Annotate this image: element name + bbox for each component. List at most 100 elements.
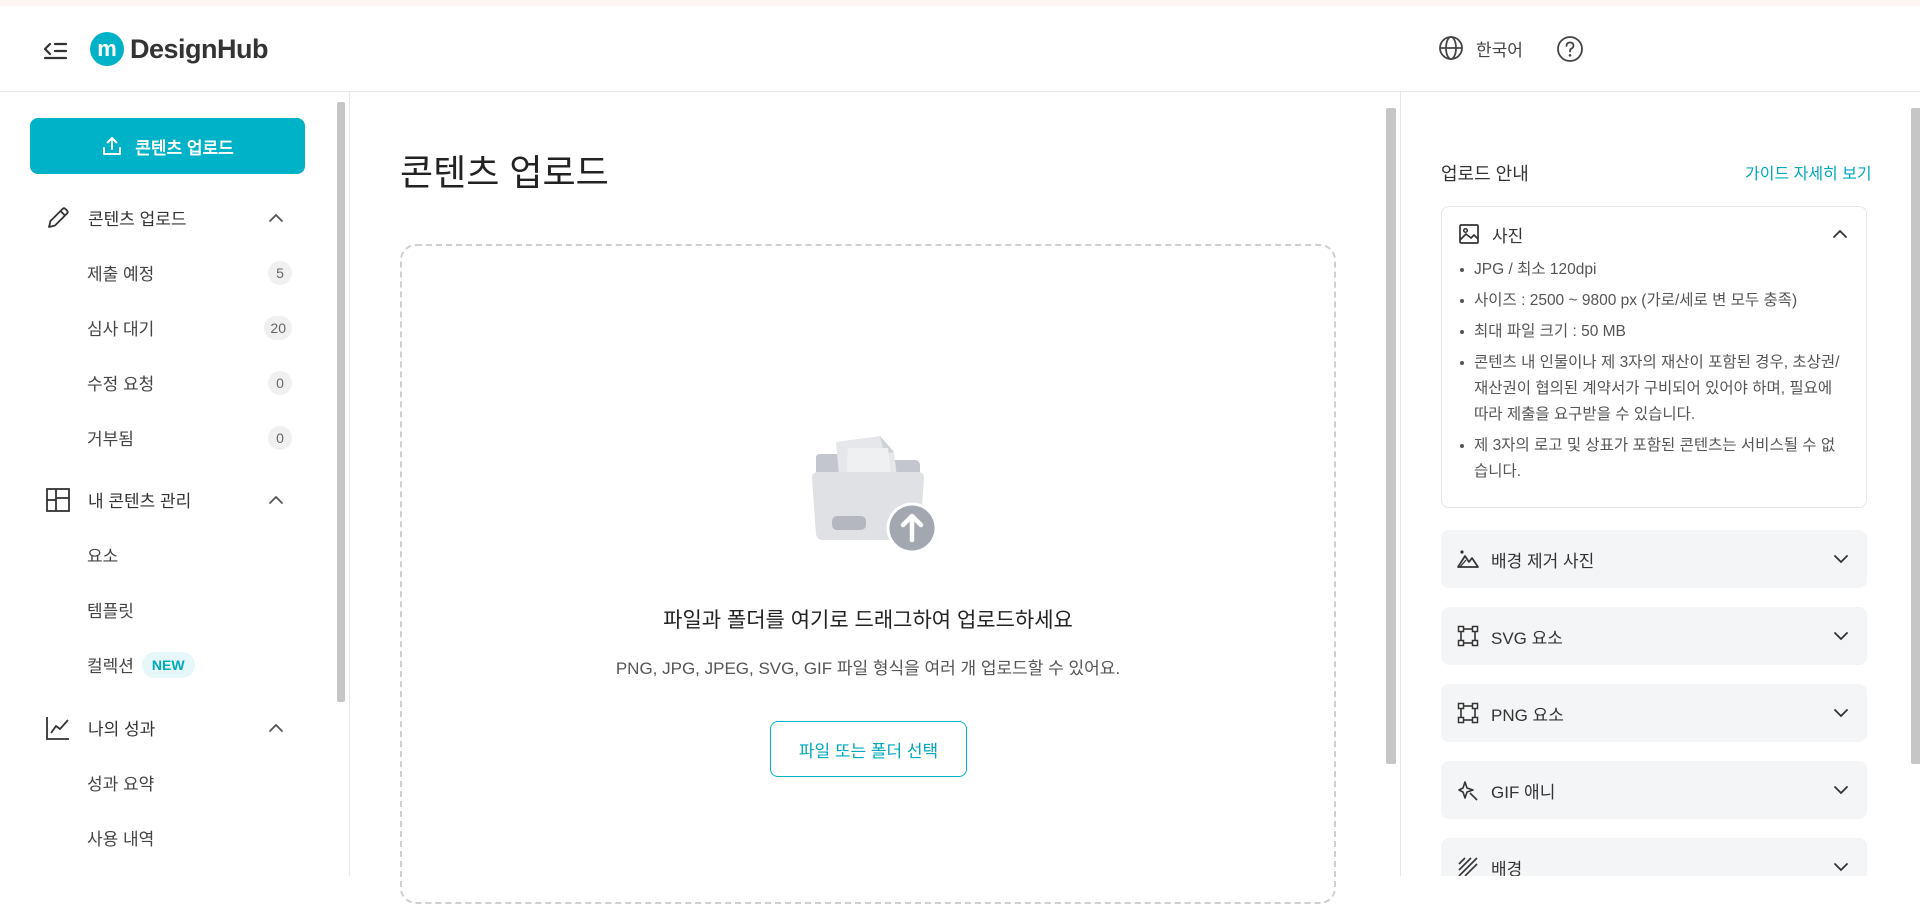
sidebar-item-elements[interactable]: 요소 [0,527,330,582]
hatch-pattern-icon [1458,857,1478,876]
count-badge: 20 [264,315,292,340]
globe-icon [1439,36,1463,60]
chevron-up-icon [269,495,283,504]
line-chart-icon [46,716,69,740]
chevron-down-icon [1834,555,1848,564]
guide-section-header[interactable]: 배경 [1441,838,1867,876]
new-badge: NEW [141,651,195,678]
sidebar-item-performance-summary[interactable]: 성과 요약 [0,755,330,810]
brand-name: DesignHub [130,33,269,64]
language-selector[interactable]: 한국어 [1438,35,1523,61]
guide-section-header[interactable]: SVG 요소 [1441,607,1867,665]
logo-mark-icon: m [90,32,124,66]
nav-head-label: 나의 성과 [88,720,156,739]
select-files-button[interactable]: 파일 또는 폴더 선택 [770,721,967,777]
count-badge: 5 [268,260,292,285]
sidebar-item-usage-history[interactable]: 사용 내역 [0,810,330,865]
sidebar-item-label: 컬렉션 [87,657,134,676]
guide-section-label: PNG 요소 [1491,705,1564,725]
mountain-icon [1457,550,1479,568]
guide-section-background[interactable]: 배경 [1441,838,1867,876]
count-badge: 0 [268,370,292,395]
page-title: 콘텐츠 업로드 [400,152,609,193]
nav-head-content-upload[interactable]: 콘텐츠 업로드 [0,190,330,245]
sidebar-item-revision-requested[interactable]: 수정 요청 0 [0,355,330,410]
sidebar-item-pending-review[interactable]: 심사 대기 20 [0,300,330,355]
content-upload-button[interactable]: 콘텐츠 업로드 [30,118,305,174]
nav-head-my-content[interactable]: 내 콘텐츠 관리 [0,472,330,527]
chevron-up-icon [1833,229,1847,238]
sidebar-item-collections[interactable]: 컬렉션 NEW [0,637,330,692]
vector-square-icon [1457,702,1479,724]
guide-section-label: 배경 제거 사진 [1491,551,1595,571]
dropzone-subtitle: PNG, JPG, JPEG, SVG, GIF 파일 형식을 여러 개 업로드… [615,659,1121,678]
nav-group-my-performance: 나의 성과 성과 요약 사용 내역 [0,700,330,865]
folder-upload-icon [812,436,938,554]
upload-guide-panel: 업로드 안내 가이드 자세히 보기 사진 JPG / 최소 120dpi 사이즈… [1400,92,1920,876]
sidebar-item-label: 수정 요청 [87,375,155,394]
guide-section-label: 배경 [1491,859,1523,877]
guide-section-label: GIF 애니 [1491,782,1556,802]
chevron-down-icon [1834,863,1848,872]
guide-section-svg[interactable]: SVG 요소 [1441,607,1867,665]
chevron-down-icon [1834,786,1848,795]
sidebar-item-rejected[interactable]: 거부됨 0 [0,410,330,465]
chevron-up-icon [269,213,283,222]
menu-collapse-icon[interactable] [40,36,70,66]
language-label: 한국어 [1476,40,1523,60]
sidebar-item-label: 성과 요약 [87,775,155,794]
content-upload-button-label: 콘텐츠 업로드 [135,138,234,158]
guide-bullet: 제 3자의 로고 및 상표가 포함된 콘텐츠는 서비스될 수 없습니다. [1458,433,1848,485]
sparkle-icon [1458,781,1478,801]
sidebar-item-label: 거부됨 [87,430,134,449]
guide-section-header[interactable]: 사진 [1442,207,1866,261]
image-icon [1459,224,1479,244]
nav-group-my-content: 내 콘텐츠 관리 요소 템플릿 컬렉션 NEW [0,472,330,692]
upload-dropzone[interactable]: 파일과 폴더를 여기로 드래그하여 업로드하세요 PNG, JPG, JPEG,… [400,244,1336,904]
guide-section-png[interactable]: PNG 요소 [1441,684,1867,742]
chevron-up-icon [269,723,283,732]
guide-section-header[interactable]: 배경 제거 사진 [1441,530,1867,588]
sidebar-item-label: 심사 대기 [87,320,155,339]
guide-bullet: 콘텐츠 내 인물이나 제 3자의 재산이 포함된 경우, 초상권/재산권이 협의… [1458,350,1848,428]
main-content: 콘텐츠 업로드 파일과 폴더를 여기로 드래그하여 업로드하세요 PNG, JP… [351,92,1400,904]
sidebar-item-label: 요소 [87,547,119,566]
layout-grid-icon [46,487,70,512]
chevron-down-icon [1834,709,1848,718]
guide-bullet: 최대 파일 크기 : 50 MB [1458,319,1848,345]
guide-section-header[interactable]: GIF 애니 [1441,761,1867,819]
guide-bullet: 사이즈 : 2500 ~ 9800 px (가로/세로 변 모두 충족) [1458,288,1848,314]
guide-section-bg-removed-photo[interactable]: 배경 제거 사진 [1441,530,1867,588]
guide-title: 업로드 안내 [1441,164,1529,184]
guide-section-label: 사진 [1492,226,1524,246]
upload-icon [103,137,122,155]
guide-panel-scrollbar[interactable] [1911,108,1920,764]
pencil-icon [48,206,69,228]
app-header: m DesignHub 한국어 [0,6,1920,92]
sidebar-item-templates[interactable]: 템플릿 [0,582,330,637]
guide-section-label: SVG 요소 [1491,628,1563,648]
nav-head-label: 내 콘텐츠 관리 [88,492,192,511]
nav-head-my-performance[interactable]: 나의 성과 [0,700,330,755]
vector-square-icon [1457,625,1479,647]
nav-head-label: 콘텐츠 업로드 [88,210,187,229]
sidebar-scrollbar[interactable] [337,102,345,702]
guide-section-gif[interactable]: GIF 애니 [1441,761,1867,819]
left-sidebar: 콘텐츠 업로드 콘텐츠 업로드 제출 예정 5 심사 대기 20 수정 요청 0… [0,92,350,876]
nav-group-content-upload: 콘텐츠 업로드 제출 예정 5 심사 대기 20 수정 요청 0 거부됨 0 [0,190,330,465]
chevron-down-icon [1834,632,1848,641]
guide-detail-link[interactable]: 가이드 자세히 보기 [1745,160,1872,184]
guide-section-photo: 사진 JPG / 최소 120dpi 사이즈 : 2500 ~ 9800 px … [1441,206,1867,508]
guide-bullet-list: JPG / 최소 120dpi 사이즈 : 2500 ~ 9800 px (가로… [1442,257,1866,485]
sidebar-item-label: 템플릿 [87,602,134,621]
sidebar-item-label: 제출 예정 [87,265,155,284]
main-scrollbar[interactable] [1386,108,1396,764]
guide-bullet: JPG / 최소 120dpi [1458,257,1848,283]
dropzone-title: 파일과 폴더를 여기로 드래그하여 업로드하세요 [663,609,1073,632]
help-icon[interactable] [1556,35,1584,63]
guide-section-header[interactable]: PNG 요소 [1441,684,1867,742]
sidebar-item-to-submit[interactable]: 제출 예정 5 [0,245,330,300]
brand-logo[interactable]: m DesignHub [90,32,269,66]
sidebar-item-label: 사용 내역 [87,830,155,849]
count-badge: 0 [268,425,292,450]
